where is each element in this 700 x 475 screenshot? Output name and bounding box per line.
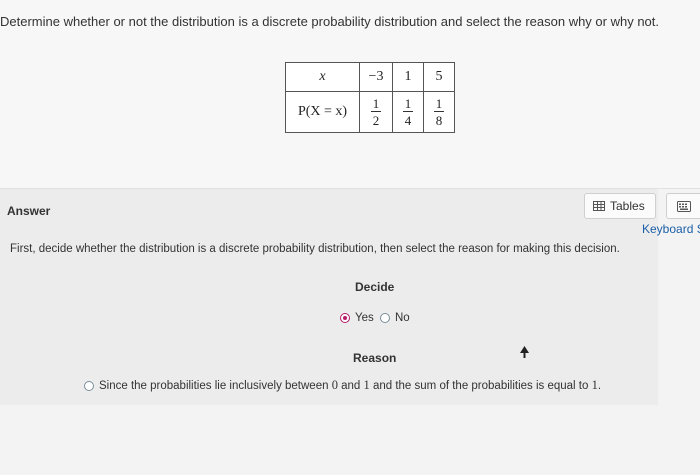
radio-button[interactable] [84,380,94,391]
fraction: 1 4 [402,96,414,128]
probability-row: P(X = x) 1 2 1 4 1 8 [285,91,455,133]
reason-option[interactable]: Since the probabilities lie inclusively … [84,378,601,393]
x-value-cell: −3 [359,62,393,92]
radio-button[interactable] [380,313,390,323]
keyboard-button[interactable] [666,193,700,219]
probability-cell: 1 4 [392,91,424,133]
question-text: Determine whether or not the distributio… [0,14,660,29]
keyboard-shortcuts-link[interactable]: Keyboard S [642,222,700,236]
tables-button[interactable]: Tables [584,193,656,219]
radio-option-no[interactable]: No [380,312,410,324]
fraction: 1 2 [370,96,382,128]
x-value-cell: 1 [392,62,424,92]
radio-button-selected[interactable] [340,313,350,323]
fraction: 1 8 [433,96,445,128]
radio-label-no: No [395,312,410,324]
answer-label: Answer [7,204,51,218]
probability-cell: 1 8 [423,91,455,133]
tables-button-label: Tables [610,199,645,213]
x-header: x [285,62,360,92]
instruction-text: First, decide whether the distribution i… [10,243,620,255]
mouse-cursor-icon [520,346,529,358]
table-grid-icon [593,201,605,211]
answer-panel [0,189,658,405]
probability-header: P(X = x) [285,91,360,133]
probability-cell: 1 2 [359,91,393,133]
reason-option-text: Since the probabilities lie inclusively … [99,378,602,392]
distribution-table: x −3 1 5 P(X = x) 1 2 1 4 1 8 [285,62,455,133]
x-value-cell: 5 [423,62,455,92]
radio-option-yes[interactable]: Yes [340,312,374,324]
x-row: x −3 1 5 [285,62,455,92]
decide-label: Decide [355,280,395,294]
reason-label: Reason [353,351,397,365]
radio-label-yes: Yes [355,312,374,324]
keyboard-icon [677,200,691,212]
